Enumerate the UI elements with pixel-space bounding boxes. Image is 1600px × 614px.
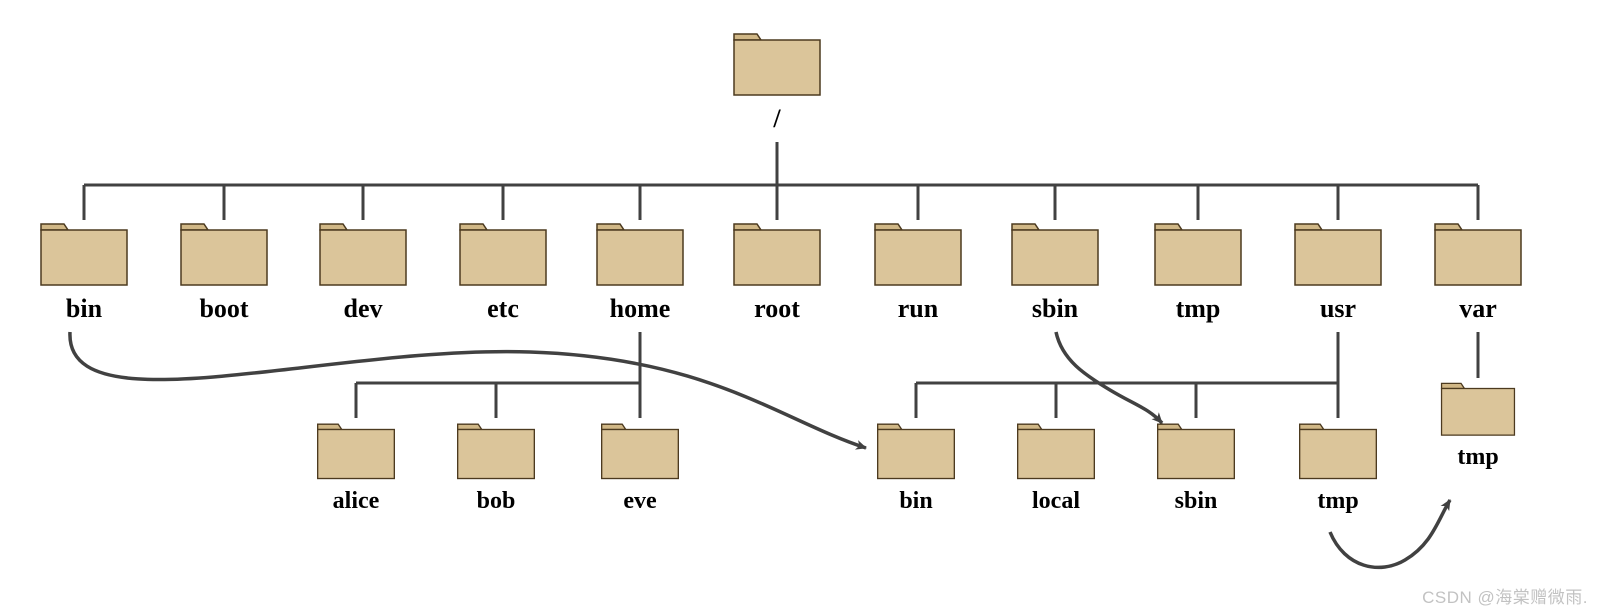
folder-label: usr: [1292, 294, 1384, 324]
folder-home: home: [594, 218, 686, 324]
folder-label: etc: [457, 294, 549, 324]
folder-label: tmp: [1152, 294, 1244, 324]
folder-icon: [457, 218, 549, 288]
folder-label: sbin: [1009, 294, 1101, 324]
folder-sbin: sbin: [1009, 218, 1101, 324]
folder-usr-local: local: [1015, 418, 1097, 515]
folder-label-root: /: [731, 104, 823, 134]
folder-label: dev: [317, 294, 409, 324]
folder-label: bin: [875, 488, 957, 515]
folder-label: tmp: [1439, 444, 1517, 471]
folder-label: var: [1432, 294, 1524, 324]
folder-run: run: [872, 218, 964, 324]
folder-usr-sbin: sbin: [1155, 418, 1237, 515]
folder-icon: [731, 28, 823, 98]
folder-icon: [594, 218, 686, 288]
folder-label: tmp: [1297, 488, 1379, 515]
watermark: CSDN @海棠赠微雨.: [1422, 583, 1588, 608]
folder-home-bob: bob: [455, 418, 537, 515]
folder-icon: [872, 218, 964, 288]
filesystem-tree-diagram: / bin boot dev etc home root run sbin tm…: [0, 0, 1600, 614]
folder-bin: bin: [38, 218, 130, 324]
folder-label: home: [594, 294, 686, 324]
folder-icon: [1152, 218, 1244, 288]
folder-root: /: [731, 28, 823, 134]
folder-label: root: [731, 294, 823, 324]
folder-usr: usr: [1292, 218, 1384, 324]
folder-home-eve: eve: [599, 418, 681, 515]
folder-icon: [38, 218, 130, 288]
folder-label: sbin: [1155, 488, 1237, 515]
folder-icon: [1439, 378, 1517, 438]
folder-boot: boot: [178, 218, 270, 324]
folder-icon: [1009, 218, 1101, 288]
folder-tmp: tmp: [1152, 218, 1244, 324]
folder-label: run: [872, 294, 964, 324]
folder-usr-bin: bin: [875, 418, 957, 515]
folder-icon: [315, 418, 397, 482]
folder-label: eve: [599, 488, 681, 515]
folder-icon: [731, 218, 823, 288]
folder-var: var: [1432, 218, 1524, 324]
folder-icon: [178, 218, 270, 288]
folder-icon: [875, 418, 957, 482]
folder-home-alice: alice: [315, 418, 397, 515]
folder-icon: [1297, 418, 1379, 482]
folder-icon: [317, 218, 409, 288]
folder-usr-tmp: tmp: [1297, 418, 1379, 515]
folder-icon: [1155, 418, 1237, 482]
folder-label: local: [1015, 488, 1097, 515]
folder-icon: [1015, 418, 1097, 482]
folder-icon: [1292, 218, 1384, 288]
folder-root-dir: root: [731, 218, 823, 324]
folder-var-tmp: tmp: [1439, 378, 1517, 471]
folder-label: boot: [178, 294, 270, 324]
folder-icon: [455, 418, 537, 482]
folder-label: bin: [38, 294, 130, 324]
folder-label: alice: [315, 488, 397, 515]
folder-label: bob: [455, 488, 537, 515]
folder-icon: [599, 418, 681, 482]
folder-etc: etc: [457, 218, 549, 324]
folder-icon: [1432, 218, 1524, 288]
folder-dev: dev: [317, 218, 409, 324]
